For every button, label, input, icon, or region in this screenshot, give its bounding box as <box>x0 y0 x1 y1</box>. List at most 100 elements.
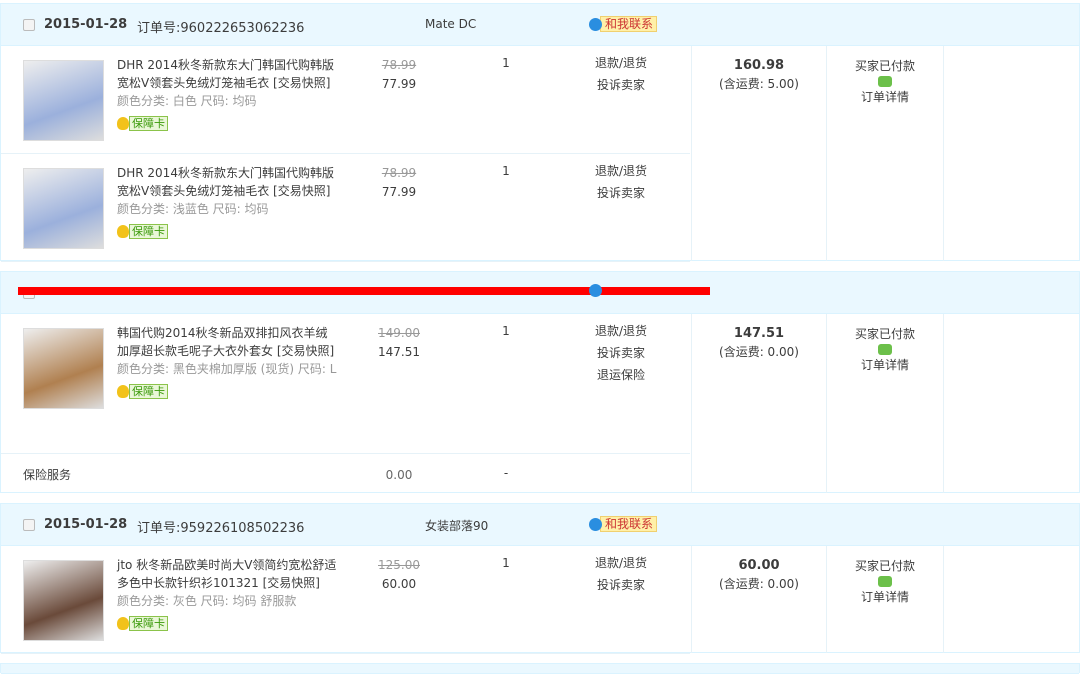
price-cell: 149.00 147.51 <box>361 324 437 362</box>
product-thumbnail[interactable] <box>23 328 104 409</box>
order-header: 2015-01-28 订单号:959226108502236 女装部落90 和我联系 <box>1 504 1079 546</box>
guarantee-card-label: 保障卡 <box>129 616 168 631</box>
guarantee-card-label: 保障卡 <box>129 384 168 399</box>
order-status: 买家已付款 订单详情 <box>826 46 944 261</box>
total-amount: 147.51 <box>733 326 785 341</box>
chat-bubble-icon <box>589 517 602 531</box>
guarantee-card-badge[interactable]: 保障卡 <box>117 224 168 239</box>
status-text: 买家已付款 <box>854 327 915 341</box>
guarantee-card-badge[interactable]: 保障卡 <box>117 616 168 631</box>
product-sku: 颜色分类: 白色 尺码: 均码 <box>117 94 257 108</box>
total-amount: 160.98 <box>733 58 785 73</box>
guarantee-card-badge[interactable]: 保障卡 <box>117 116 168 131</box>
product-title-link[interactable]: DHR 2014秋冬新款东大门韩国代购韩版宽松V领套头免绒灯笼袖毛衣 [交易快照… <box>117 56 337 92</box>
product-thumbnail[interactable] <box>23 560 104 641</box>
quantity: 1 <box>502 56 510 70</box>
order-number-label: 订单号: <box>137 521 181 536</box>
guarantee-card-badge[interactable]: 保障卡 <box>117 384 168 399</box>
action-link[interactable]: 投诉卖家 <box>581 342 661 364</box>
order-detail-link[interactable]: 订单详情 <box>827 587 943 607</box>
table-row: DHR 2014秋冬新款东大门韩国代购韩版宽松V领套头免绒灯笼袖毛衣 [交易快照… <box>1 154 690 262</box>
contact-seller-button[interactable] <box>589 284 602 297</box>
order-number: 订单号:960222653062236 <box>137 17 304 36</box>
order-number-value: 960222653062236 <box>180 21 305 36</box>
product-sku: 颜色分类: 灰色 尺码: 均码 舒服款 <box>117 594 297 608</box>
item-actions: 退款/退货 投诉卖家 <box>581 52 661 96</box>
order-status: 买家已付款 订单详情 <box>826 314 944 493</box>
order-detail-link[interactable]: 订单详情 <box>827 355 943 375</box>
original-price: 78.99 <box>381 58 417 72</box>
order-total: 147.51 (含运费: 0.00) <box>691 314 826 493</box>
action-link[interactable]: 退款/退货 <box>581 320 661 342</box>
product-sku: 颜色分类: 浅蓝色 尺码: 均码 <box>117 202 269 216</box>
order-number-label: 订单号: <box>137 21 181 36</box>
contact-label: 和我联系 <box>600 516 658 532</box>
current-price: 147.51 <box>378 345 420 359</box>
total-amount: 60.00 <box>738 558 780 573</box>
product-thumbnail[interactable] <box>23 168 104 249</box>
action-link[interactable]: 退款/退货 <box>581 52 661 74</box>
order-checkbox[interactable] <box>23 19 35 31</box>
flower-icon <box>117 617 129 630</box>
order-checkbox[interactable] <box>23 519 35 531</box>
product-info: DHR 2014秋冬新款东大门韩国代购韩版宽松V领套头免绒灯笼袖毛衣 [交易快照… <box>117 56 337 135</box>
order-date: 2015-01-28 <box>44 517 128 532</box>
order-block: 2015-01-28 订单号:960222653062236 Mate DC 和我联系… <box>0 3 1080 262</box>
product-info: jto 秋冬新品欧美时尚大V领简约宽松舒适多色中长款针织衫101321 [交易快… <box>117 556 337 635</box>
shop-name[interactable]: Mate DC <box>425 17 476 31</box>
chat-bubble-icon <box>589 17 602 31</box>
flower-icon <box>117 385 129 398</box>
flower-icon <box>117 225 129 238</box>
price-cell: 78.99 77.99 <box>361 164 437 202</box>
action-link[interactable]: 投诉卖家 <box>581 574 661 596</box>
price-cell: 78.99 77.99 <box>361 56 437 94</box>
chat-bubble-icon <box>589 284 602 297</box>
table-row: DHR 2014秋冬新款东大门韩国代购韩版宽松V领套头免绒灯笼袖毛衣 [交易快照… <box>1 46 690 154</box>
shipping-fee: (含运费: 0.00) <box>719 577 799 591</box>
action-link[interactable]: 投诉卖家 <box>581 74 661 96</box>
redaction-bar <box>18 287 710 295</box>
current-price: 77.99 <box>381 77 417 91</box>
action-link[interactable]: 退款/退货 <box>581 160 661 182</box>
order-header: 2015-01-28 订单号:960222653062236 Mate DC 和我联系 <box>1 4 1079 46</box>
message-icon[interactable] <box>878 344 892 355</box>
product-title-link[interactable]: DHR 2014秋冬新款东大门韩国代购韩版宽松V领套头免绒灯笼袖毛衣 [交易快照… <box>117 164 337 200</box>
contact-label: 和我联系 <box>600 16 658 32</box>
current-price: 77.99 <box>381 185 417 199</box>
item-actions: 退款/退货 投诉卖家 <box>581 160 661 204</box>
order-status: 买家已付款 订单详情 <box>826 546 944 653</box>
table-row: jto 秋冬新品欧美时尚大V领简约宽松舒适多色中长款针织衫101321 [交易快… <box>1 546 690 654</box>
message-icon[interactable] <box>878 76 892 87</box>
product-thumbnail[interactable] <box>23 60 104 141</box>
action-link[interactable]: 退款/退货 <box>581 552 661 574</box>
quantity: 1 <box>502 164 510 178</box>
shop-name[interactable]: 女装部落90 <box>425 517 488 534</box>
flower-icon <box>117 117 129 130</box>
order-total: 60.00 (含运费: 0.00) <box>691 546 826 653</box>
order-block: 2015-01-28 订单号:959226108502236 女装部落90 和我联系 j… <box>0 503 1080 654</box>
action-link[interactable]: 投诉卖家 <box>581 182 661 204</box>
insurance-label: 保险服务 <box>23 468 72 482</box>
product-title-link[interactable]: jto 秋冬新品欧美时尚大V领简约宽松舒适多色中长款针织衫101321 [交易快… <box>117 556 337 592</box>
quantity: 1 <box>502 556 510 570</box>
table-row: 韩国代购2014秋冬新品双排扣风衣羊绒加厚超长款毛呢子大衣外套女 [交易快照] 颜… <box>1 314 690 454</box>
message-icon[interactable] <box>878 576 892 587</box>
guarantee-card-label: 保障卡 <box>129 224 168 239</box>
next-order-header <box>0 663 1080 674</box>
action-link[interactable]: 退运保险 <box>581 364 661 386</box>
original-price: 149.00 <box>378 326 420 340</box>
contact-seller-button[interactable]: 和我联系 <box>589 516 658 532</box>
item-actions: 退款/退货 投诉卖家 <box>581 552 661 596</box>
product-info: DHR 2014秋冬新款东大门韩国代购韩版宽松V领套头免绒灯笼袖毛衣 [交易快照… <box>117 164 337 243</box>
contact-seller-button[interactable]: 和我联系 <box>589 16 658 32</box>
order-detail-link[interactable]: 订单详情 <box>827 87 943 107</box>
item-actions: 退款/退货 投诉卖家 退运保险 <box>581 320 661 386</box>
product-title-link[interactable]: 韩国代购2014秋冬新品双排扣风衣羊绒加厚超长款毛呢子大衣外套女 [交易快照] <box>117 324 337 360</box>
order-number-value: 959226108502236 <box>180 521 305 536</box>
original-price: 78.99 <box>381 166 417 180</box>
original-price: 125.00 <box>378 558 420 572</box>
price-cell: 125.00 60.00 <box>361 556 437 594</box>
order-body: DHR 2014秋冬新款东大门韩国代购韩版宽松V领套头免绒灯笼袖毛衣 [交易快照… <box>1 46 1079 262</box>
shipping-fee: (含运费: 0.00) <box>719 345 799 359</box>
order-block: 韩国代购2014秋冬新品双排扣风衣羊绒加厚超长款毛呢子大衣外套女 [交易快照] 颜… <box>0 271 1080 493</box>
